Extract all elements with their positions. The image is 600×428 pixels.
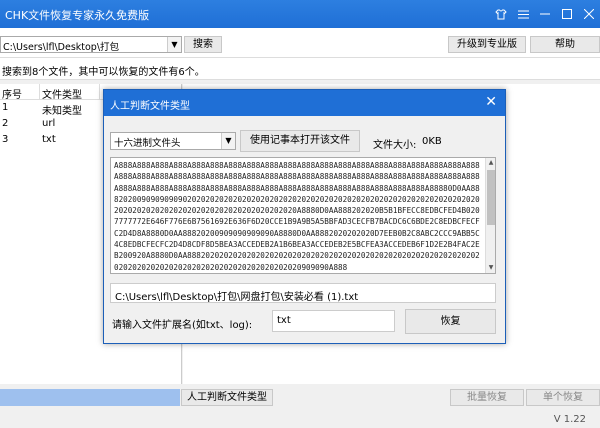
scroll-up-icon[interactable]: ▲ xyxy=(486,158,495,168)
path-combobox[interactable]: C:\Users\lfl\Desktop\打包 ▼ xyxy=(0,36,182,53)
manual-type-button[interactable]: 人工判断文件类型 xyxy=(181,389,273,406)
version-label: V 1.22 xyxy=(553,414,586,425)
row-type: 未知类型 xyxy=(42,106,82,117)
scroll-down-icon[interactable]: ▼ xyxy=(486,263,495,273)
file-size-value: 0KB xyxy=(422,136,442,147)
search-status: 搜索到8个文件，其中可以恢复的文件有6个。 xyxy=(0,58,600,80)
file-path-field[interactable]: C:\Users\lfl\Desktop\打包\网盘打包\安装必看 (1).tx… xyxy=(110,283,496,303)
dialog-title: 人工判断文件类型 xyxy=(110,101,190,112)
close-icon[interactable] xyxy=(578,0,600,28)
row-type: url xyxy=(42,118,56,129)
chevron-down-icon[interactable]: ▼ xyxy=(221,133,235,149)
path-value: C:\Users\lfl\Desktop\打包 xyxy=(3,42,120,53)
row-no: 1 xyxy=(2,102,9,113)
menu-icon[interactable] xyxy=(512,0,534,28)
maximize-icon[interactable] xyxy=(556,0,578,28)
column-header-type[interactable]: 文件类型 xyxy=(40,84,100,101)
manual-type-dialog: 人工判断文件类型 ✕ 十六进制文件头 ▼ 使用记事本打开该文件 文件大小: 0K… xyxy=(103,89,506,344)
hex-viewer[interactable]: A888A888A888A888A888A888A888A888A888A888… xyxy=(110,157,496,274)
batch-recover-button[interactable]: 批量恢复 xyxy=(450,389,524,406)
single-recover-button[interactable]: 单个恢复 xyxy=(526,389,600,406)
minimize-icon[interactable] xyxy=(534,0,556,28)
hex-scrollbar[interactable]: ▲ ▼ xyxy=(485,158,495,273)
chevron-down-icon[interactable]: ▼ xyxy=(167,37,181,52)
file-size-label: 文件大小: xyxy=(373,140,417,151)
view-mode-combobox[interactable]: 十六进制文件头 ▼ xyxy=(110,132,236,150)
progress-bar xyxy=(0,389,180,406)
dialog-close-icon[interactable]: ✕ xyxy=(485,94,497,110)
search-button[interactable]: 搜索 xyxy=(184,36,222,53)
help-button[interactable]: 帮助 xyxy=(530,36,600,53)
title-bar: CHK文件恢复专家永久免费版 xyxy=(0,0,600,28)
row-type: txt xyxy=(42,134,56,145)
dialog-title-bar: 人工判断文件类型 ✕ xyxy=(104,90,505,116)
open-notepad-button[interactable]: 使用记事本打开该文件 xyxy=(240,130,360,152)
progress-fill xyxy=(0,389,180,406)
hex-content: A888A888A888A888A888A888A888A888A888A888… xyxy=(114,161,480,272)
row-no: 3 xyxy=(2,134,9,145)
extension-label: 请输入文件扩展名(如txt、log): xyxy=(112,320,253,331)
row-no: 2 xyxy=(2,118,9,129)
extension-input[interactable]: txt xyxy=(272,310,395,332)
scroll-thumb[interactable] xyxy=(487,170,495,225)
upgrade-button[interactable]: 升级到专业版 xyxy=(448,36,526,53)
toolbar: C:\Users\lfl\Desktop\打包 ▼ 搜索 升级到专业版 帮助 xyxy=(0,28,600,58)
view-mode-value: 十六进制文件头 xyxy=(114,138,181,149)
recover-button[interactable]: 恢复 xyxy=(405,309,496,334)
column-header-no[interactable]: 序号 xyxy=(0,84,40,101)
bottom-bar: 人工判断文件类型 批量恢复 单个恢复 xyxy=(0,385,600,407)
window-controls xyxy=(490,0,600,28)
window-title: CHK文件恢复专家永久免费版 xyxy=(5,9,150,22)
shirt-icon[interactable] xyxy=(490,0,512,28)
